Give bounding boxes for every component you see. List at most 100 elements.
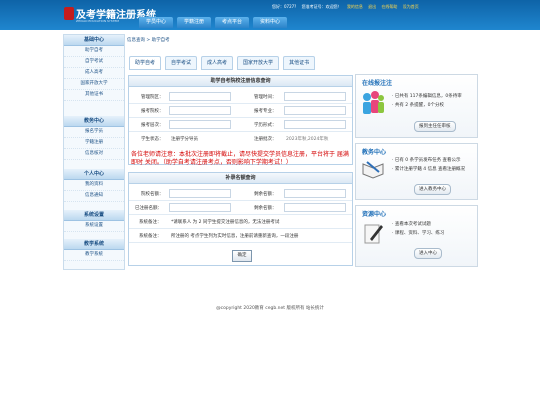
- logo-icon: [64, 7, 74, 20]
- panel-line: · 累计注册学籍 4 信息 查看注册概况: [392, 167, 466, 172]
- sidebar-item-enrolled[interactable]: 报名学员: [64, 127, 124, 138]
- logout-link[interactable]: 退出: [368, 4, 376, 9]
- sidebar-group-teaching: 教学系统 教学系统: [64, 239, 124, 261]
- footer: @copyright 2020教育 cegb.net 版权所有 站长统计: [216, 306, 324, 311]
- panel-line: · 已共有 117条编辑信息，0条待审: [392, 94, 462, 99]
- panel-line: · 已有 0 条学员发布任务 查看公示: [392, 158, 461, 163]
- sidebar-group-personal: 个人中心 我的资料 信息通知: [64, 169, 124, 202]
- tab-open-university[interactable]: 国家开放大学: [237, 56, 280, 70]
- tab-other-cert[interactable]: 其他证书: [283, 56, 316, 70]
- set-home-link[interactable]: 设为首页: [403, 4, 419, 9]
- remaining-quota-field-2[interactable]: [284, 203, 346, 212]
- sidebar-item-my-profile[interactable]: 我的资料: [64, 180, 124, 191]
- system-remark-2: 所注册的 考点学生列为实时信息，注册前请重新查询，一段注册: [171, 234, 299, 239]
- breadcrumb: 信息查询 > 助学自考: [127, 38, 170, 43]
- school-field[interactable]: [169, 106, 231, 115]
- major-field[interactable]: [284, 106, 346, 115]
- panel-line: · 查看本次考试试题: [392, 222, 431, 227]
- panel-line: · 课程、资料、学习、练习: [392, 231, 445, 236]
- form-row: 报考层次： 学历形式：: [129, 117, 352, 132]
- nav-exam-platform[interactable]: 考点平台: [215, 17, 250, 28]
- field-label: 报考院校：: [141, 109, 164, 114]
- top-nav: 学员中心 学籍注册 考点平台 资料中心: [139, 17, 291, 28]
- online-panel: 在线报注注 · 已共有 117条编辑信息，0条待审 · 共有 2 条提醒，0个分…: [355, 74, 478, 138]
- sidebar-item-other-cert[interactable]: 其他证书: [64, 90, 124, 101]
- sidebar: 基础中心 助学自考 自学考试 成人高考 国家开放大学 其他证书 教务中心 报名学…: [63, 34, 125, 270]
- sidebar-item-zhuxue[interactable]: 助学自考: [64, 46, 124, 57]
- field-label: 系统备注：: [139, 220, 162, 225]
- form-row: 报考院校： 报考专业：: [129, 103, 352, 118]
- students-icon: [363, 91, 384, 114]
- category-tabs: 助学自考 自学考试 成人高考 国家开放大学 其他证书: [129, 56, 319, 70]
- tab-zixue[interactable]: 自学考试: [165, 56, 198, 70]
- sidebar-group-title: 基础中心: [64, 35, 124, 46]
- form-row: 已注册名额： 剩余名额：: [129, 200, 352, 215]
- batch-value: 2023年秋,2024年秋: [286, 137, 329, 142]
- form-row: 学生状态： 注册学分导员 注册批次： 2023年秋,2024年秋: [129, 131, 352, 145]
- field-label: 系统备注：: [139, 234, 162, 239]
- nav-registration[interactable]: 学籍注册: [177, 17, 212, 28]
- panel-title: 资源中心: [362, 211, 387, 218]
- enter-resource-button[interactable]: 进入中心: [414, 248, 442, 259]
- campus-field[interactable]: [169, 92, 231, 101]
- sidebar-group-basic: 基础中心 助学自考 自学考试 成人高考 国家开放大学 其他证书: [64, 35, 124, 101]
- sidebar-item-zixue[interactable]: 自学考试: [64, 57, 124, 68]
- academic-panel: 教务中心 · 已有 0 条学员发布任务 查看公示 · 累计注册学籍 4 信息 查…: [355, 143, 478, 200]
- sidebar-item-notifications[interactable]: 信息通知: [64, 191, 124, 202]
- my-info-link[interactable]: 我的信息: [347, 4, 363, 9]
- sidebar-item-registration[interactable]: 学籍注册: [64, 138, 124, 149]
- sidebar-item-settings[interactable]: 系统设置: [64, 221, 124, 232]
- review-button[interactable]: 报到主任任审核: [414, 121, 456, 132]
- resource-panel: 资源中心 · 查看本次考试试题 · 课程、资料、学习、练习 进入中心: [355, 205, 478, 267]
- student-status-value: 注册学分导员: [171, 137, 198, 142]
- panel-line: · 共有 2 条提醒，0个分校: [392, 103, 444, 108]
- school-quota-field[interactable]: [169, 189, 231, 198]
- sidebar-group-settings: 系统设置 系统设置: [64, 210, 124, 232]
- registration-title: 助学自考院校注册信息查询: [129, 76, 352, 87]
- field-label: 剩余名额：: [254, 206, 277, 211]
- nav-resource-center[interactable]: 资料中心: [253, 17, 288, 28]
- field-label: 注册批次：: [254, 137, 277, 142]
- form-row: 管理院区： 管理时间：: [129, 89, 352, 104]
- book-icon: [362, 161, 384, 179]
- panel-title: 在线报注注: [362, 80, 393, 87]
- remaining-quota-field[interactable]: [284, 189, 346, 198]
- field-label: 学生状态：: [141, 137, 164, 142]
- form-row: 系统备注： 所注册的 考点学生列为实时信息，注册前请重新查询，一段注册: [129, 228, 352, 243]
- warning-notice: 各位老师请注意：本批次注册即将截止，请尽快提交学员信息注册，平台将于 届满即时 …: [131, 151, 349, 166]
- help-link[interactable]: 在线帮助: [381, 4, 397, 9]
- registered-quota-field[interactable]: [169, 203, 231, 212]
- confirm-button[interactable]: 确定: [232, 250, 252, 262]
- tab-zhuxue[interactable]: 助学自考: [129, 56, 162, 70]
- tab-chengkao[interactable]: 成人高考: [201, 56, 234, 70]
- logo-subtitle: ZHIKAO EDUCATION SYSTEM: [76, 19, 119, 23]
- sidebar-group-title: 教务中心: [64, 116, 124, 127]
- enter-academic-button[interactable]: 进入教务中心: [414, 184, 451, 195]
- field-label: 管理院区：: [141, 95, 164, 100]
- sidebar-group-title: 个人中心: [64, 169, 124, 180]
- field-label: 报考专业：: [254, 109, 277, 114]
- field-label: 剩余名额：: [254, 192, 277, 197]
- header-user-info: 您好：0727? 您准考证号：欢迎您！ 我的信息 退出 在线帮助 设为首页: [272, 4, 423, 10]
- user-greeting: 您好：0727?: [272, 4, 297, 9]
- sidebar-item-chengkao[interactable]: 成人高考: [64, 68, 124, 79]
- sidebar-group-title: 系统设置: [64, 210, 124, 221]
- panel-title: 教务中心: [362, 149, 387, 156]
- level-field[interactable]: [169, 120, 231, 129]
- sidebar-item-teaching[interactable]: 教学系统: [64, 250, 124, 261]
- system-remark-1: *请联系人 为 2 同学生提交注册信息的，无法注册考试: [171, 220, 280, 225]
- form-row: 院校名额： 剩余名额：: [129, 186, 352, 201]
- field-label: 管理时间：: [254, 95, 277, 100]
- field-label: 已注册名额：: [135, 206, 162, 211]
- form-row: 系统备注： *请联系人 为 2 同学生提交注册信息的，无法注册考试: [129, 214, 352, 229]
- sidebar-group-academic: 教务中心 报名学员 学籍注册 信息核对: [64, 116, 124, 160]
- quota-title: 补录名额查询: [129, 173, 352, 184]
- user-welcome: 您准考证号：欢迎您！: [301, 4, 342, 9]
- sidebar-item-open-university[interactable]: 国家开放大学: [64, 79, 124, 90]
- manage-time-field[interactable]: [284, 92, 346, 101]
- education-form-field[interactable]: [284, 120, 346, 129]
- sidebar-item-verify[interactable]: 信息核对: [64, 149, 124, 160]
- nav-student-center[interactable]: 学员中心: [139, 17, 174, 28]
- sidebar-group-title: 教学系统: [64, 239, 124, 250]
- field-label: 学历形式：: [254, 123, 277, 128]
